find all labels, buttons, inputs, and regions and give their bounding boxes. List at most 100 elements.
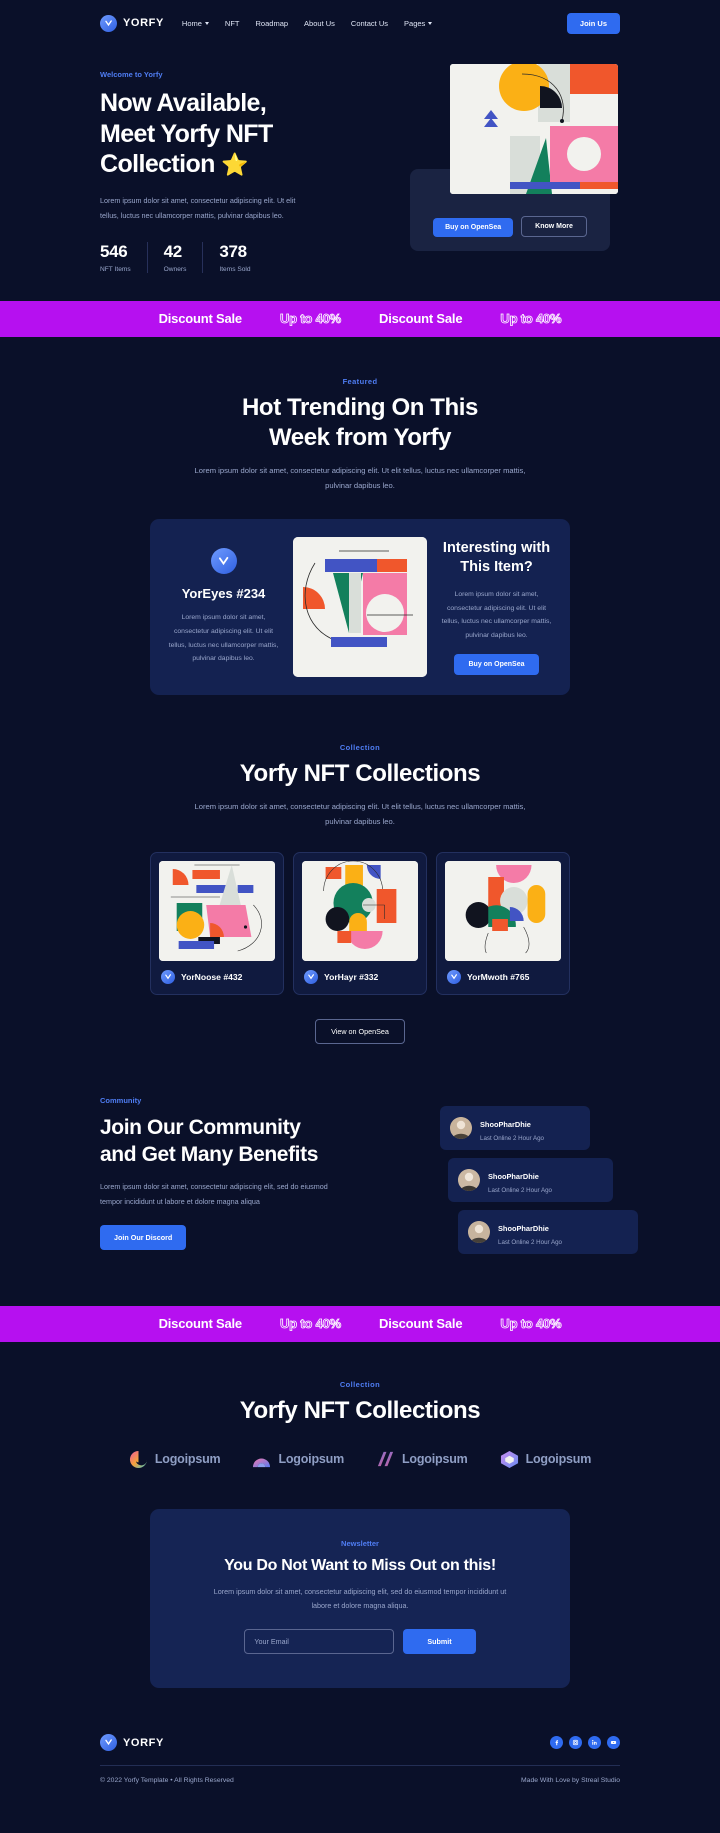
join-us-button[interactable]: Join Us [566,12,620,34]
stat-label: Items Sold [219,265,251,273]
nft-card[interactable]: YorNoose #432 [150,851,284,995]
nav-link-about-us[interactable]: About Us [304,19,335,28]
email-input[interactable] [244,1629,395,1655]
nft-card[interactable]: YorHayr #332 [293,851,427,995]
nft-card-footer: YorNoose #432 [159,969,275,986]
nav-link-label: Home [181,18,202,28]
yorfy-logo-icon [100,1734,117,1752]
view-on-opensea-button[interactable]: View on OpenSea [315,1018,405,1044]
community-title-line-2: and Get Many Benefits [100,1142,318,1166]
featured-item-info: YorEyes #234 Lorem ipsum dolor sit amet,… [166,548,281,665]
banner-text-4: Up to 40% [500,311,562,327]
member-info: ShooPharDhie Last Online 2 Hour Ago [480,1114,544,1142]
partner-logo-label: Logoipsum [525,1452,592,1466]
landing-page: YORFY Home NFT Roadmap About Us Contact … [0,0,720,1802]
partner-logo[interactable]: Logoipsum [376,1450,468,1469]
nft-card-footer: YorHayr #332 [302,969,418,986]
featured-buy-button[interactable]: Buy on OpenSea [454,654,539,676]
yorfy-logo-icon [100,14,117,32]
nav-link-roadmap[interactable]: Roadmap [256,19,289,28]
featured-artwork [293,537,427,678]
facebook-icon[interactable] [550,1736,563,1750]
nft-card-name: YorHayr #332 [324,971,379,982]
featured-cta-text: Lorem ipsum dolor sit amet, consectetur … [441,591,552,639]
member-name: ShooPharDhie [498,1223,549,1233]
know-more-button[interactable]: Know More [521,216,587,237]
hero-title: Now Available, Meet Yorfy NFT Collection… [100,88,315,180]
nav-link-home[interactable]: Home [182,19,209,28]
submit-button[interactable]: Submit [403,1629,476,1655]
brand-logo[interactable]: YORFY [100,14,164,32]
join-discord-button[interactable]: Join Our Discord [100,1224,187,1250]
footer-brand[interactable]: YORFY [100,1734,164,1752]
partner-logo[interactable]: Logoipsum [129,1450,221,1469]
featured-subtitle: Lorem ipsum dolor sit amet, consectetur … [194,465,526,490]
nav-link-contact-us[interactable]: Contact Us [351,19,388,28]
member-name: ShooPharDhie [488,1171,539,1181]
stat-label: Owners [163,265,187,273]
community-eyebrow: Community [100,1095,142,1105]
yorfy-logo-icon [161,969,175,984]
footer: YORFY © 2022 Yorfy Template • All Rights… [0,1688,720,1802]
stat-owners: 42 Owners [146,241,203,273]
community-section: Community Join Our Community and Get Man… [0,1044,720,1262]
member-card[interactable]: ShooPharDhie Last Online 2 Hour Ago [458,1209,638,1254]
star-icon: ⭐ [221,152,248,177]
member-info: ShooPharDhie Last Online 2 Hour Ago [498,1218,562,1246]
nft-card[interactable]: YorMwoth #765 [436,851,570,995]
youtube-icon[interactable] [607,1736,620,1750]
featured-item-text: Lorem ipsum dolor sit amet, consectetur … [168,614,279,663]
nft-artwork [302,860,418,961]
stat-label: NFT Items [100,265,131,273]
avatar [458,1168,480,1191]
nft-card-name: YorMwoth #765 [467,971,530,982]
nav-link-nft[interactable]: NFT [225,19,240,28]
community-title-line-1: Join Our Community [100,1115,301,1139]
community-title: Join Our Community and Get Many Benefits [100,1114,340,1169]
partner-logo-row: Logoipsum Logoipsum Logoipsum Logoipsum [0,1450,720,1469]
member-name: ShooPharDhie [480,1119,531,1129]
discount-banner-top: Discount Sale Up to 40% Discount Sale Up… [0,300,720,337]
featured-item-name: YorEyes #234 [181,586,266,602]
stat-value: 42 [163,241,183,261]
yorfy-logo-icon [304,969,318,984]
featured-title: Hot Trending On This Week from Yorfy [0,393,720,453]
buy-on-opensea-button[interactable]: Buy on OpenSea [433,218,514,237]
avatar [450,1116,472,1139]
community-paragraph: Lorem ipsum dolor sit amet, consectetur … [100,1182,328,1206]
featured-cta: Interesting with This Item? Lorem ipsum … [439,539,554,676]
instagram-icon[interactable] [569,1736,582,1750]
stat-nft-items: 546 NFT Items [100,242,147,273]
collections-title: Yorfy NFT Collections [239,760,481,788]
featured-item-card: YorEyes #234 Lorem ipsum dolor sit amet,… [150,519,570,696]
partner-logo[interactable]: Logoipsum [252,1450,344,1469]
newsletter-paragraph: Lorem ipsum dolor sit amet, consectetur … [213,1586,507,1610]
hero-copy: Welcome to Yorfy Now Available, Meet Yor… [100,64,315,273]
footer-bottom: © 2022 Yorfy Template • All Rights Reser… [100,1766,620,1802]
member-card[interactable]: ShooPharDhie Last Online 2 Hour Ago [440,1105,590,1150]
nft-artwork [159,860,275,961]
banner-text-1: Discount Sale [158,311,243,327]
linkedin-icon[interactable] [588,1736,601,1750]
featured-title-line-2: Week from Yorfy [268,423,452,451]
chevron-down-icon [428,21,433,25]
collections-eyebrow: Collection [339,743,381,753]
newsletter-card: Newsletter You Do Not Want to Miss Out o… [150,1508,570,1689]
partner-logo[interactable]: Logoipsum [500,1450,592,1469]
partner-logo-label: Logoipsum [278,1452,344,1466]
member-card[interactable]: ShooPharDhie Last Online 2 Hour Ago [448,1157,613,1202]
hero-title-line-2: Meet Yorfy NFT [100,119,273,148]
yorfy-logo-icon [447,969,461,984]
nft-card-name: YorNoose #432 [181,971,243,982]
banner-text-3: Discount Sale [379,1316,463,1331]
avatar [468,1220,490,1243]
newsletter-title: You Do Not Want to Miss Out on this! [224,1556,496,1574]
navbar: YORFY Home NFT Roadmap About Us Contact … [0,0,720,46]
nft-card-grid: YorNoose #432 YorHayr #332 YorMwoth #765 [150,851,570,995]
logoipsum-arch-icon [252,1450,271,1469]
nav-link-pages[interactable]: Pages [404,19,433,28]
partners-section: Collection Yorfy NFT Collections Logoips… [0,1342,720,1469]
hero-visual: Buy on OpenSea Know More [410,64,620,273]
stat-items-sold: 378 Items Sold [202,241,266,273]
newsletter-form: Submit [170,1629,550,1655]
